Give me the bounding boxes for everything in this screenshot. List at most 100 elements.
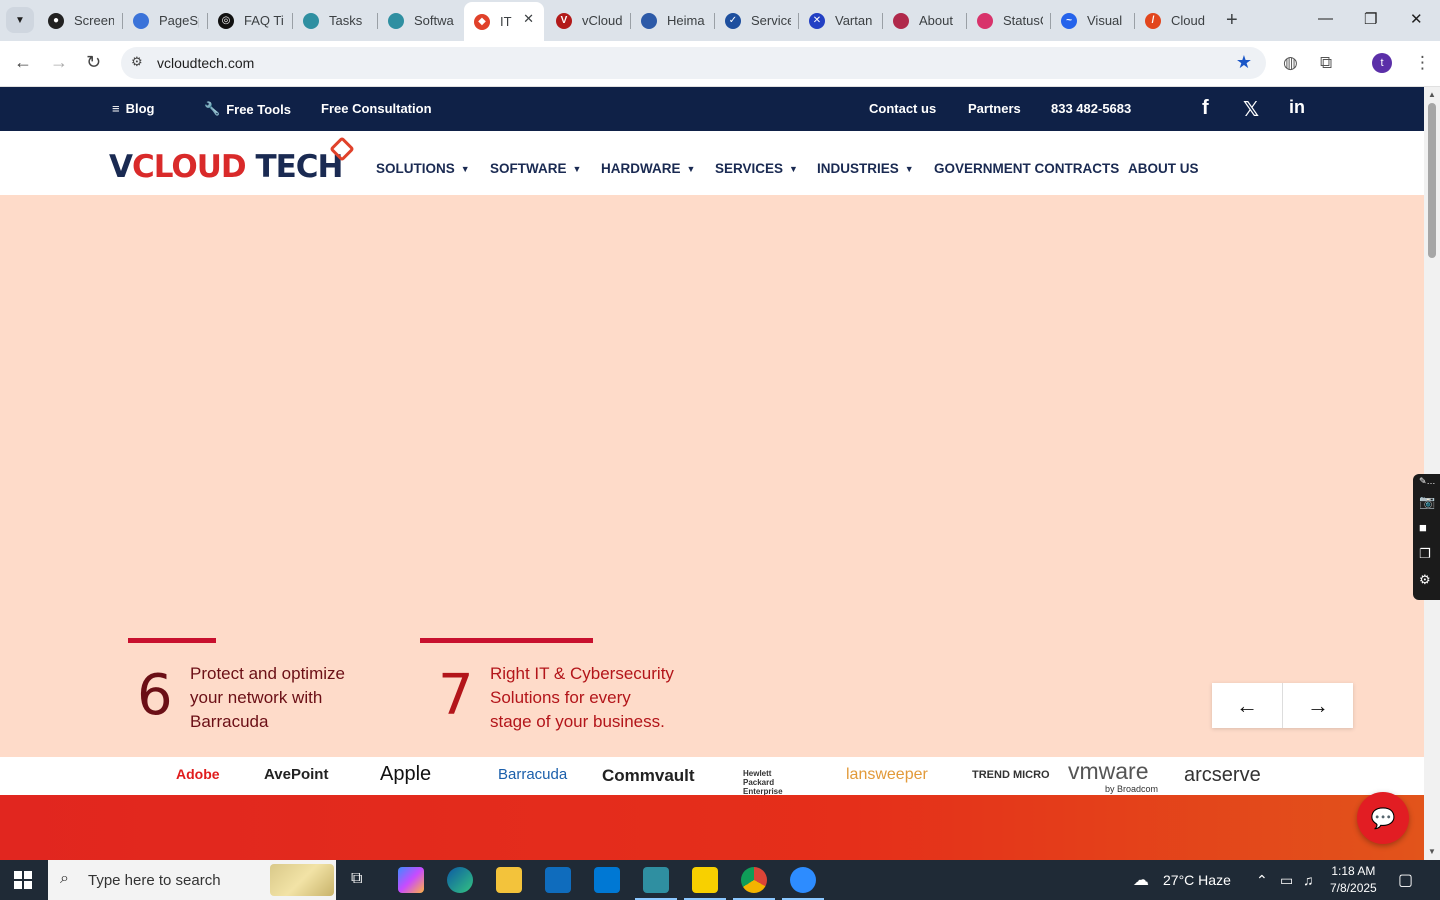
back-arrow-icon[interactable]: ← [14,52,32,73]
copilot-icon[interactable] [398,867,424,893]
vmware-logo[interactable]: vmware [1068,758,1149,785]
arcserve-logo[interactable]: arcserve [1184,764,1261,787]
partners-link[interactable]: Partners [968,101,1021,116]
nav-software[interactable]: SOFTWARE ▼ [490,161,581,176]
bookmark-star-icon[interactable]: ★ [1236,52,1252,73]
mail-icon[interactable] [594,867,620,893]
chrome-icon[interactable] [733,867,775,900]
tab-favicon-icon [303,12,319,29]
next-arrow-icon[interactable]: → [1283,683,1353,728]
tab-6[interactable]: VvCloud [546,6,630,35]
volume-icon[interactable]: ♫ [1303,872,1314,888]
slide-caption[interactable]: Protect and optimize your network with B… [190,662,345,734]
prev-arrow-icon[interactable]: ← [1212,683,1283,728]
phone-link[interactable]: 833 482-5683 [1051,101,1131,116]
avepoint-logo[interactable]: AvePoint [264,766,328,783]
free-consultation-link[interactable]: Free Consultation [321,101,432,116]
caret-down-icon: ▼ [789,163,798,174]
chat-bubble-icon[interactable]: 💬 [1357,792,1409,844]
tab-11[interactable]: StatusC [967,6,1051,35]
forward-arrow-icon[interactable]: → [50,52,68,73]
minimize-icon[interactable]: — [1318,10,1333,27]
nav-services[interactable]: SERVICES ▼ [715,161,798,176]
tab-1[interactable]: PageSp [123,6,207,35]
tab-12[interactable]: ~ Visual [1051,6,1135,35]
zoom-icon[interactable] [782,867,824,900]
tab-favicon-icon: ◆ [474,13,490,30]
edge-browser-icon[interactable] [447,867,473,893]
tab-favicon-icon: ✓ [725,12,741,29]
linkedin-icon[interactable]: in [1289,97,1305,118]
taskbar-search-box[interactable]: ⌕ Type here to search [48,860,336,900]
chevron-up-icon[interactable]: ⌃ [1256,872,1268,889]
tab-10[interactable]: About [883,6,967,35]
close-tab-icon[interactable]: ✕ [523,11,534,27]
broadcom-tagline: by Broadcom [1105,784,1159,794]
close-window-icon[interactable]: ✕ [1410,10,1423,28]
tab-favicon-icon: ~ [1061,12,1077,29]
tab-8[interactable]: ✓ Service [715,6,799,35]
sticky-notes-icon[interactable] [684,867,726,900]
tab-favicon-icon [641,12,657,29]
barracuda-logo[interactable]: Barracuda [498,766,567,783]
tab-9[interactable]: ✕ Vartan [799,6,883,35]
trend-micro-logo[interactable]: TREND MICRO [972,769,1050,781]
camera-icon[interactable]: 📷 [1419,494,1435,510]
more-menu-icon[interactable]: ⋮ [1414,53,1431,73]
address-bar[interactable]: ⚙ vcloudtech.com ★ [121,47,1266,79]
nav-industries[interactable]: INDUSTRIES ▼ [817,161,914,176]
adobe-logo[interactable]: Adobe [176,766,220,782]
window-capture-icon[interactable]: ❐ [1419,546,1431,562]
tab-3[interactable]: Tasks [293,6,377,35]
taskbar-clock[interactable]: 1:18 AM 7/8/2025 [1330,863,1377,897]
weather-icon[interactable]: ☁ [1133,870,1149,890]
restore-icon[interactable]: ❐ [1364,10,1377,28]
site-info-icon[interactable]: ⚙ [131,54,143,70]
tab-13[interactable]: / Cloud [1135,6,1219,35]
network-icon[interactable]: ▭ [1280,872,1293,889]
tab-7[interactable]: Heima [631,6,715,35]
video-camera-icon[interactable]: ■ [1419,520,1427,535]
file-explorer-icon[interactable] [496,867,522,893]
nav-about-us[interactable]: ABOUT US [1128,161,1199,176]
facebook-icon[interactable]: f [1202,97,1209,120]
reload-icon[interactable]: ↻ [86,52,101,73]
translate-globe-icon[interactable]: ◍ [1283,53,1298,73]
apple-logo[interactable]: Apple [380,763,431,786]
vcloud-tech-logo[interactable]: VCLOUD TECH [109,149,343,185]
nav-solutions[interactable]: SOLUTIONS ▼ [376,161,470,176]
new-tab-plus-icon[interactable]: + [1226,9,1238,32]
url-text[interactable]: vcloudtech.com [157,55,254,71]
scroll-thumb[interactable] [1428,103,1436,258]
extensions-puzzle-icon[interactable]: ⧉ [1320,53,1332,73]
tab-search-chevron-icon[interactable]: ▼ [6,7,34,33]
hpe-logo[interactable]: Hewlett Packard Enterprise [743,769,803,796]
blog-link[interactable]: ≡ Blog [112,101,154,116]
main-navigation: VCLOUD TECH SOLUTIONS ▼ SOFTWARE ▼ HARDWAR… [0,131,1424,195]
tab-0[interactable]: ● Screen [38,6,122,35]
slide-number: 7 [438,663,474,728]
free-tools-link[interactable]: 🔧 Free Tools [204,101,291,117]
tab-4[interactable]: Softwa [378,6,462,35]
nav-hardware[interactable]: HARDWARE ▼ [601,161,695,176]
weather-text[interactable]: 27°C Haze [1163,872,1231,888]
slide-caption[interactable]: Right IT & Cybersecurity Solutions for e… [490,662,674,734]
x-twitter-icon[interactable]: 𝕏 [1243,97,1259,122]
pen-icon[interactable]: ✎… [1419,476,1436,487]
commvault-logo[interactable]: Commvault [602,766,695,786]
tab-2[interactable]: ◎ FAQ Tit [208,6,292,35]
gear-icon[interactable]: ⚙ [1419,572,1431,588]
lansweeper-logo[interactable]: lansweeper [846,766,928,784]
scroll-up-icon[interactable]: ▲ [1428,90,1436,99]
windows-start-icon[interactable] [14,871,32,889]
microsoft-store-icon[interactable] [545,867,571,893]
tab-active[interactable]: ◆ IT ✕ [464,2,544,41]
notifications-icon[interactable]: ▢ [1398,870,1413,890]
profile-avatar[interactable]: t [1372,53,1392,73]
contact-us-link[interactable]: Contact us [869,101,936,116]
task-view-icon[interactable]: ⧉ [351,870,362,888]
scroll-down-icon[interactable]: ▼ [1428,847,1436,856]
caret-down-icon: ▼ [572,163,582,174]
nav-government-contracts[interactable]: GOVERNMENT CONTRACTS [934,161,1119,176]
app-icon[interactable] [635,867,677,900]
